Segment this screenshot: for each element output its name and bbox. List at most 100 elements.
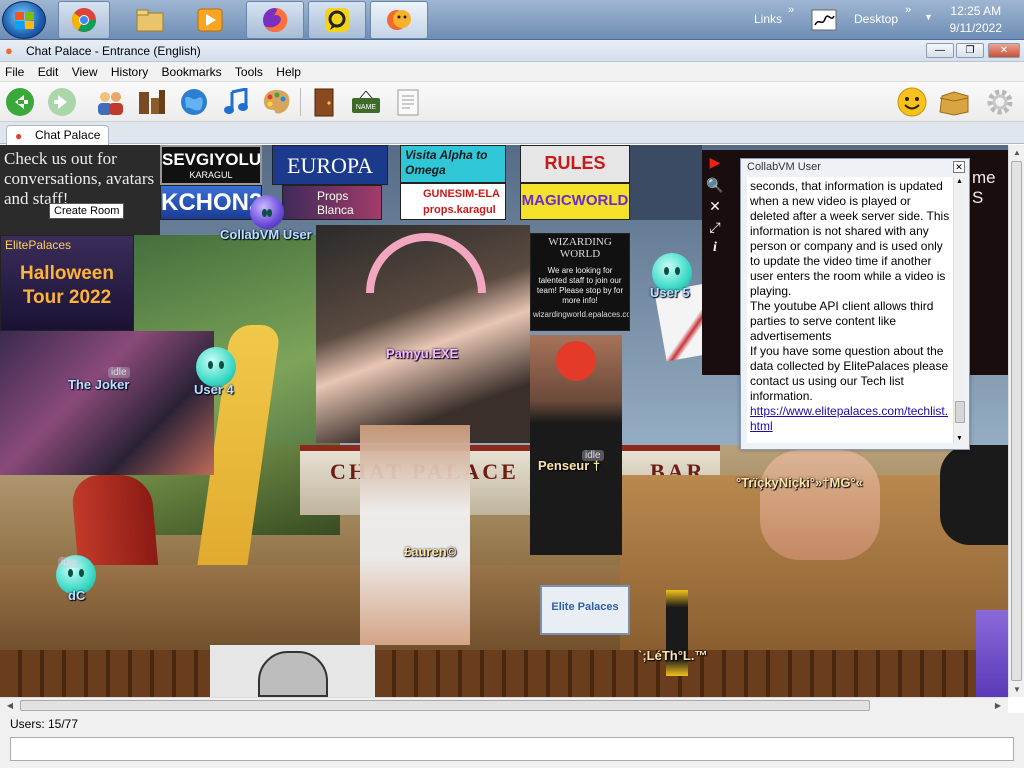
- horizontal-scroll-thumb[interactable]: [20, 700, 870, 711]
- avatar-collabvm-user[interactable]: [250, 195, 284, 229]
- room-vertical-scrollbar[interactable]: ▲ ▼: [1008, 145, 1024, 697]
- start-button[interactable]: [2, 1, 46, 39]
- prop-wizarding-world[interactable]: WIZARDING WORLD We are looking for talen…: [530, 233, 630, 331]
- tab-label: Chat Palace: [35, 128, 101, 142]
- menu-history[interactable]: History: [106, 62, 153, 79]
- username-user-5[interactable]: User 5: [650, 285, 690, 300]
- music-note-icon[interactable]: [220, 86, 252, 118]
- door-icon[interactable]: [308, 86, 340, 118]
- prop-penseur-photo[interactable]: [530, 335, 622, 555]
- menu-help[interactable]: Help: [271, 62, 306, 79]
- media-player-icon[interactable]: [192, 2, 228, 38]
- vertical-scroll-thumb[interactable]: [1011, 161, 1022, 681]
- menu-bookmarks[interactable]: Bookmarks: [157, 62, 227, 79]
- zoom-icon[interactable]: 🔍: [702, 177, 728, 194]
- scroll-up-icon[interactable]: ▲: [1009, 148, 1024, 157]
- taskbar-firefox-button[interactable]: [246, 1, 304, 39]
- taskbar-chat-button[interactable]: [308, 1, 366, 39]
- prop-check-us-out[interactable]: Check us out for conversations, avatars …: [0, 145, 160, 235]
- techlist-link[interactable]: https://www.elitepalaces.com/techlist.ht…: [750, 404, 948, 433]
- username-lauren[interactable]: £auren©: [404, 544, 456, 559]
- popup-text-2: The youtube API client allows third part…: [750, 299, 934, 343]
- prop-joker-harley[interactable]: [0, 331, 214, 475]
- chat-app-icon: [319, 2, 355, 38]
- prop-props-blanca[interactable]: Props Blanca: [282, 185, 382, 220]
- prop-halloween-tour[interactable]: ElitePalaces Halloween Tour 2022: [0, 235, 134, 331]
- user-info-popup[interactable]: CollabVM User ✕ seconds, that informatio…: [740, 158, 970, 450]
- menu-tools[interactable]: Tools: [230, 62, 268, 79]
- popup-scroll-thumb[interactable]: [955, 401, 965, 423]
- info-icon[interactable]: i: [702, 240, 728, 256]
- back-button[interactable]: [4, 86, 36, 118]
- close-video-icon[interactable]: ✕: [702, 198, 728, 215]
- palace-tab-icon: ●: [15, 129, 23, 143]
- username-collabvm-user[interactable]: CollabVM User: [220, 227, 312, 242]
- prop-europa[interactable]: EUROPA: [272, 145, 388, 185]
- prop-gunesim[interactable]: GUNESIM-ELA props.karagul: [400, 183, 506, 220]
- menu-file[interactable]: File: [0, 62, 29, 79]
- notes-icon[interactable]: [392, 86, 424, 118]
- username-leth[interactable]: `;LéTh°L.™: [638, 648, 707, 663]
- rooms-list-icon[interactable]: [136, 86, 168, 118]
- username-dc[interactable]: dC: [68, 588, 85, 603]
- system-clock[interactable]: 12:25 AM 9/11/2022: [950, 3, 1003, 37]
- popup-scroll-down-icon[interactable]: ▼: [956, 435, 963, 442]
- links-toolbar[interactable]: Links: [754, 12, 782, 26]
- prop-sevgiyolu[interactable]: SEVGIYOLU KARAGUL: [160, 145, 262, 185]
- popup-scroll-up-icon[interactable]: ▲: [956, 178, 963, 185]
- prop-lauren-photo[interactable]: [360, 425, 470, 645]
- file-explorer-icon[interactable]: [132, 2, 168, 38]
- username-user-4[interactable]: User 4: [194, 382, 234, 397]
- expand-icon[interactable]: ⤢: [702, 219, 728, 236]
- desktop-chevron-icon[interactable]: »: [905, 4, 911, 16]
- popup-text-3: If you have some question about the data…: [750, 344, 949, 403]
- taskbar-chrome-button[interactable]: [58, 1, 110, 39]
- tray-expand-icon[interactable]: ▼: [924, 12, 933, 22]
- prop-visita[interactable]: Visita Alpha to Omega: [400, 145, 506, 183]
- settings-gear-icon[interactable]: [984, 86, 1016, 118]
- avatar-leth[interactable]: [666, 590, 688, 676]
- menu-edit[interactable]: Edit: [33, 62, 64, 79]
- chat-room-viewport[interactable]: CHAT PALACE BAR Elite Palaces Check us o…: [0, 145, 1008, 697]
- signature-app-icon[interactable]: [806, 2, 842, 38]
- maximize-button[interactable]: ❐: [956, 43, 984, 58]
- chat-input[interactable]: [10, 737, 1014, 761]
- scroll-left-icon[interactable]: ◀: [2, 701, 18, 710]
- scroll-right-icon[interactable]: ▶: [990, 701, 1006, 710]
- popup-close-button[interactable]: ✕: [953, 161, 965, 173]
- clock-time: 12:25 AM: [950, 4, 1002, 18]
- links-chevron-icon[interactable]: »: [788, 4, 794, 16]
- username-penseur[interactable]: Penseur †: [538, 458, 600, 473]
- popup-title: CollabVM User: [747, 161, 821, 173]
- props-box-icon[interactable]: [938, 86, 970, 118]
- desktop-toolbar[interactable]: Desktop: [854, 12, 898, 26]
- paint-palette-icon[interactable]: [260, 86, 292, 118]
- close-button[interactable]: ✕: [988, 43, 1020, 58]
- prop-kchon2[interactable]: KCHON2: [160, 185, 262, 220]
- sevgiyolu-text: SEVGIYOLU: [162, 150, 262, 169]
- room-horizontal-scrollbar[interactable]: ◀ ▶: [0, 697, 1008, 713]
- menu-view[interactable]: View: [67, 62, 103, 79]
- prop-magicworld[interactable]: MAGICWORLD: [520, 183, 630, 220]
- globe-icon[interactable]: [178, 86, 210, 118]
- forward-button[interactable]: [46, 86, 78, 118]
- smiley-face-icon[interactable]: [896, 86, 928, 118]
- popup-scrollbar[interactable]: ▲ ▼: [953, 177, 965, 443]
- tab-chat-palace[interactable]: ● Chat Palace: [6, 125, 110, 145]
- minimize-button[interactable]: —: [926, 43, 954, 58]
- username-tricky-nicki[interactable]: °TrïçkyNiçki°»†MG°«: [736, 475, 863, 490]
- prop-pamyu-photo[interactable]: [316, 225, 530, 443]
- users-list-icon[interactable]: [94, 86, 126, 118]
- username-pamyu[interactable]: Pamyu.EXE: [386, 346, 458, 361]
- username-the-joker[interactable]: The Joker: [68, 377, 129, 392]
- youtube-icon[interactable]: ▶: [702, 154, 728, 171]
- prop-rules[interactable]: RULES: [520, 145, 630, 183]
- video-tools: ▶ 🔍 ✕ ⤢ i: [702, 150, 728, 270]
- name-tag-icon[interactable]: NAME: [350, 86, 382, 118]
- scroll-down-icon[interactable]: ▼: [1009, 685, 1024, 694]
- taskbar-palace-button[interactable]: [370, 1, 428, 39]
- prop-sketch-face[interactable]: [210, 645, 375, 697]
- avatar-user-4[interactable]: [196, 347, 236, 387]
- window-titlebar[interactable]: ● Chat Palace - Entrance (English) — ❐ ✕: [0, 40, 1024, 62]
- sketch-face-icon: [258, 651, 328, 697]
